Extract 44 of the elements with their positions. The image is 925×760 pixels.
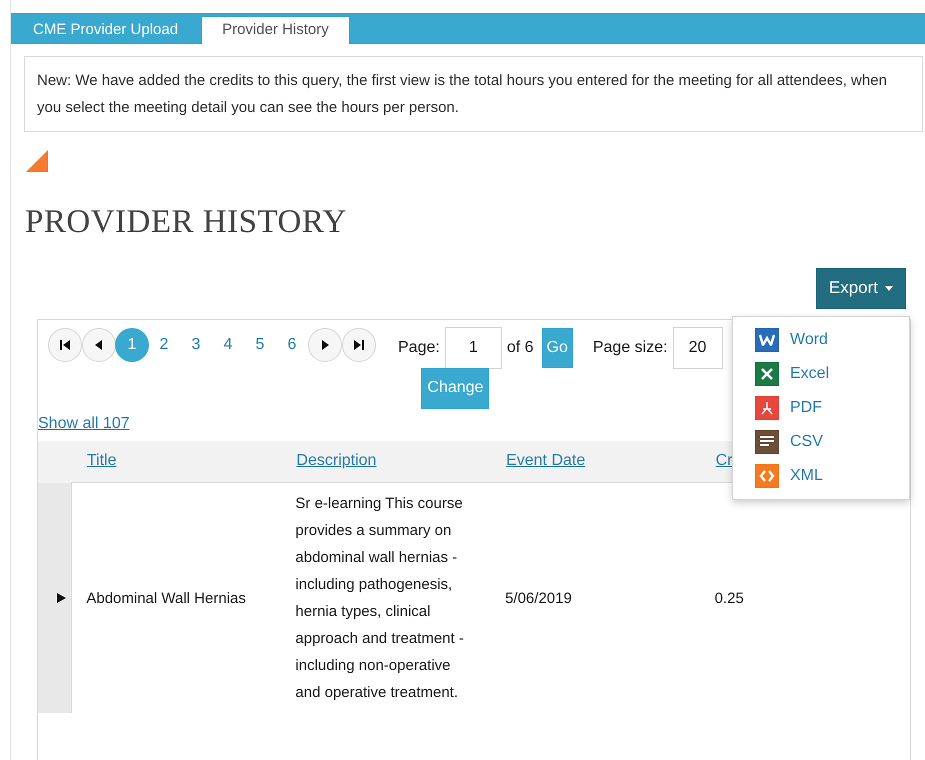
column-header[interactable]: Event Date — [491, 440, 701, 482]
notice-text: New: We have added the credits to this query, the first view is the total hours you entered for the meeting for all attendees, when you select the meeting detail you can see the hours per person. — [37, 71, 887, 118]
previous-page-button[interactable] — [82, 328, 116, 362]
lines-icon — [755, 430, 779, 454]
page-count: of 6 — [506, 338, 534, 358]
corner-triangle-icon — [26, 150, 48, 172]
show-all-link[interactable]: Show all 107 — [38, 414, 130, 434]
table-cell: 5/06/2019 — [491, 482, 701, 713]
code-icon — [755, 464, 779, 488]
column-header[interactable]: Description — [281, 440, 492, 482]
table-cell: Abdominal Wall Hernias — [72, 482, 282, 713]
triangle-right-icon — [319, 338, 331, 350]
spreadsheet-icon — [755, 362, 779, 386]
page-number[interactable]: 1 — [115, 328, 149, 362]
page-input[interactable]: 1 — [444, 326, 502, 368]
skip-forward-icon — [353, 338, 365, 350]
first-page-button[interactable] — [48, 328, 82, 362]
skip-back-icon — [59, 338, 71, 350]
page-number[interactable]: 2 — [147, 328, 181, 362]
next-page-button[interactable] — [308, 328, 342, 362]
page-number[interactable]: 5 — [243, 328, 277, 362]
tab[interactable]: Provider History — [202, 17, 349, 44]
go-button[interactable]: Go — [542, 328, 573, 368]
page-size-input[interactable]: 20 — [672, 326, 723, 368]
change-button[interactable]: Change — [421, 368, 490, 408]
triangle-left-icon — [93, 338, 105, 350]
page-number[interactable]: 4 — [211, 328, 245, 362]
last-page-button[interactable] — [342, 328, 376, 362]
export-menu-item[interactable]: CSV — [755, 425, 823, 459]
page-label: Page: — [398, 338, 440, 358]
column-header[interactable]: Title — [72, 440, 282, 482]
page-heading: PROVIDER HISTORY — [25, 203, 347, 242]
export-menu-item[interactable]: PDF — [755, 391, 822, 425]
page-size-label: Page size: — [592, 338, 668, 358]
export-menu-item[interactable]: Excel — [755, 357, 830, 391]
pdf-icon — [755, 396, 779, 420]
export-button[interactable]: Export — [816, 268, 906, 308]
expand-row-button[interactable] — [57, 592, 68, 604]
page-number[interactable]: 6 — [275, 328, 309, 362]
caret-icon — [885, 286, 893, 290]
page-number[interactable]: 3 — [179, 328, 213, 362]
export-menu-item[interactable]: Word — [755, 323, 828, 357]
word-icon — [755, 328, 779, 352]
table-cell: Sr e-learning This course provides a summary on abdominal wall hernias - including pathogenesis, hernia types, clinical approach and treatment - including non-operative and operative treatment. — [281, 482, 492, 713]
